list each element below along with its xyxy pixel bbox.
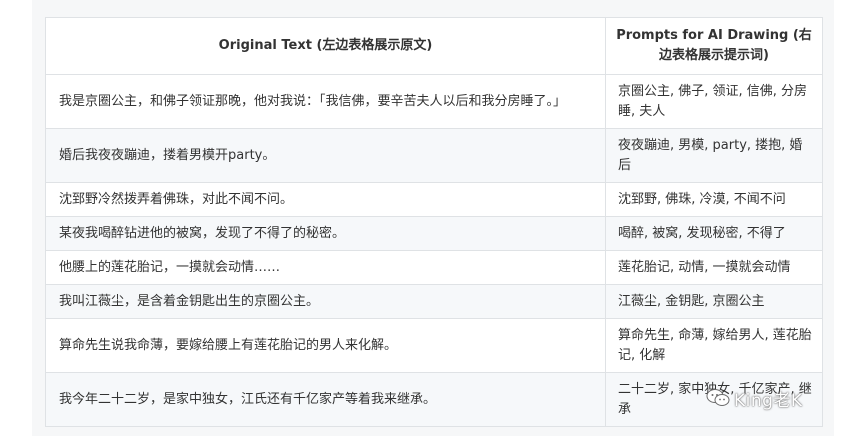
watermark-text: King老K [734, 390, 803, 411]
table-row: 我是京圈公主，和佛子领证那晚，他对我说：「我信佛，要辛苦夫人以后和我分房睡了。」… [45, 74, 823, 129]
watermark: King老K [706, 386, 832, 411]
prompt-table: Original Text (左边表格展示原文) Prompts for AI … [45, 17, 823, 427]
wechat-icon [706, 389, 730, 406]
original-cell: 算命先生说我命薄，要嫁给腰上有莲花胎记的男人来化解。 [45, 318, 606, 373]
original-cell: 沈郅野冷然拨弄着佛珠，对此不闻不问。 [45, 182, 606, 217]
table-row: 我叫江薇尘，是含着金钥匙出生的京圈公主。 江薇尘, 金钥匙, 京圈公主 [45, 284, 823, 319]
page: Original Text (左边表格展示原文) Prompts for AI … [0, 0, 855, 436]
prompt-cell: 夜夜蹦迪, 男模, party, 搂抱, 婚后 [605, 128, 823, 183]
left-margin [0, 0, 32, 436]
original-cell: 他腰上的莲花胎记，一摸就会动情…… [45, 250, 606, 285]
right-margin [834, 0, 855, 436]
header-original-text: Original Text (左边表格展示原文) [45, 17, 606, 75]
table-row: 他腰上的莲花胎记，一摸就会动情…… 莲花胎记, 动情, 一摸就会动情 [45, 250, 823, 285]
table-row: 某夜我喝醉钻进他的被窝，发现了不得了的秘密。 喝醉, 被窝, 发现秘密, 不得了 [45, 216, 823, 251]
original-cell: 某夜我喝醉钻进他的被窝，发现了不得了的秘密。 [45, 216, 606, 251]
table-row: 婚后我夜夜蹦迪，搂着男模开party。 夜夜蹦迪, 男模, party, 搂抱,… [45, 128, 823, 183]
prompt-cell: 江薇尘, 金钥匙, 京圈公主 [605, 284, 823, 319]
table-row: 沈郅野冷然拨弄着佛珠，对此不闻不问。 沈郅野, 佛珠, 冷漠, 不闻不问 [45, 182, 823, 217]
prompt-cell: 沈郅野, 佛珠, 冷漠, 不闻不问 [605, 182, 823, 217]
header-prompts: Prompts for AI Drawing (右边表格展示提示词) [605, 17, 823, 75]
table-row: 算命先生说我命薄，要嫁给腰上有莲花胎记的男人来化解。 算命先生, 命薄, 嫁给男… [45, 318, 823, 373]
table-header-row: Original Text (左边表格展示原文) Prompts for AI … [45, 17, 823, 75]
prompt-cell: 京圈公主, 佛子, 领证, 信佛, 分房睡, 夫人 [605, 74, 823, 129]
prompt-cell: 喝醉, 被窝, 发现秘密, 不得了 [605, 216, 823, 251]
prompt-cell: 算命先生, 命薄, 嫁给男人, 莲花胎记, 化解 [605, 318, 823, 373]
prompt-cell: 莲花胎记, 动情, 一摸就会动情 [605, 250, 823, 285]
original-cell: 我叫江薇尘，是含着金钥匙出生的京圈公主。 [45, 284, 606, 319]
original-cell: 婚后我夜夜蹦迪，搂着男模开party。 [45, 128, 606, 183]
original-cell: 我是京圈公主，和佛子领证那晚，他对我说：「我信佛，要辛苦夫人以后和我分房睡了。」 [45, 74, 606, 129]
original-cell: 我今年二十二岁，是家中独女，江氏还有千亿家产等着我来继承。 [45, 372, 606, 427]
